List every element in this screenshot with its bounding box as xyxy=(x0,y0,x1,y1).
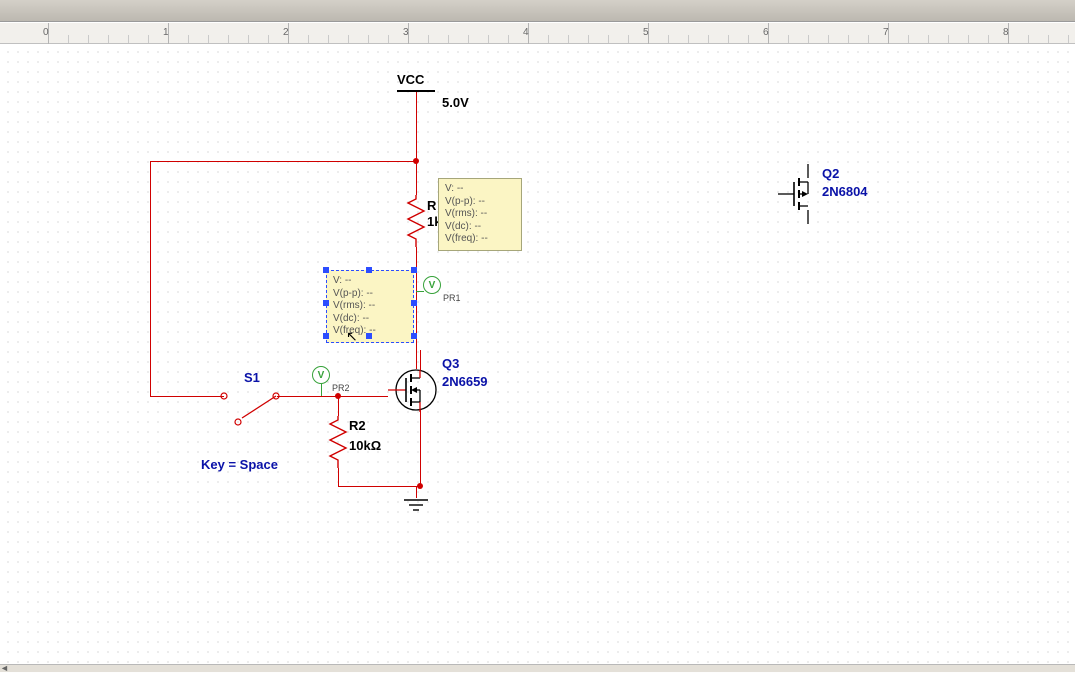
tt2-line-v: V: -- xyxy=(333,275,407,288)
ground-icon xyxy=(402,498,430,514)
tt1-line-vdc: V(dc): -- xyxy=(445,221,515,234)
schematic-canvas[interactable]: VCC 5.0V R 1k V: -- V(p-p): -- V(rms): -… xyxy=(0,44,1075,664)
q2-part: 2N6804 xyxy=(822,184,868,199)
wire-left-down xyxy=(150,161,151,396)
junction-bottom xyxy=(417,483,423,489)
probe-pr1-lead xyxy=(416,291,424,292)
tt2-line-vpp: V(p-p): -- xyxy=(333,288,407,301)
horizontal-ruler: 0 1 2 3 4 5 6 7 8 xyxy=(0,22,1075,44)
wire-gate-down xyxy=(338,396,339,416)
ruler-tick-label: 4 xyxy=(523,27,529,38)
selection-handle[interactable] xyxy=(323,267,329,273)
ruler-tick-label: 0 xyxy=(43,27,49,38)
wire-left-to-switch xyxy=(150,396,224,397)
pr1-label: PR1 xyxy=(443,293,461,303)
ruler-tick-label: 1 xyxy=(163,27,169,38)
selection-handle[interactable] xyxy=(366,333,372,339)
cursor-arrow-icon: ↖ xyxy=(346,328,358,345)
wire-top-left xyxy=(150,161,416,162)
probe-pr2-lead xyxy=(321,384,322,396)
tt1-line-vfreq: V(freq): -- xyxy=(445,233,515,246)
wire-to-gnd xyxy=(416,486,417,498)
q3-name: Q3 xyxy=(442,356,459,371)
ruler-tick-label: 8 xyxy=(1003,27,1009,38)
tt2-line-vrms: V(rms): -- xyxy=(333,300,407,313)
selection-handle[interactable] xyxy=(411,333,417,339)
ruler-tick-label: 6 xyxy=(763,27,769,38)
selection-handle[interactable] xyxy=(323,333,329,339)
q3-part: 2N6659 xyxy=(442,374,488,389)
probe-tooltip-pr1: V: -- V(p-p): -- V(rms): -- V(dc): -- V(… xyxy=(438,178,522,251)
probe-tooltip-pr2-selected[interactable]: V: -- V(p-p): -- V(rms): -- V(dc): -- V(… xyxy=(326,270,414,343)
voltage-probe-pr1[interactable]: V xyxy=(423,276,441,294)
tt1-line-vpp: V(p-p): -- xyxy=(445,196,515,209)
ruler-tick-label: 5 xyxy=(643,27,649,38)
wire-r1-bottom xyxy=(416,247,417,369)
wire-q3-source xyxy=(420,410,421,486)
selection-handle[interactable] xyxy=(411,300,417,306)
r2-name: R2 xyxy=(349,418,366,433)
resistor-r1[interactable] xyxy=(408,195,424,247)
wire-r2-down xyxy=(338,468,339,486)
switch-s1[interactable] xyxy=(214,376,294,436)
pr2-label: PR2 xyxy=(332,383,350,393)
tt1-line-v: V: -- xyxy=(445,183,515,196)
ruler-tick-label: 3 xyxy=(403,27,409,38)
window-frame-top xyxy=(0,0,1075,22)
vcc-value: 5.0V xyxy=(442,95,469,110)
r2-value: 10kΩ xyxy=(349,438,381,453)
tt1-line-vrms: V(rms): -- xyxy=(445,208,515,221)
s1-name: S1 xyxy=(244,370,260,385)
voltage-probe-pr2[interactable]: V xyxy=(312,366,330,384)
wire-r1-top xyxy=(416,161,417,195)
selection-handle[interactable] xyxy=(323,300,329,306)
r1-name: R xyxy=(427,198,436,213)
tt2-line-vdc: V(dc): -- xyxy=(333,313,407,326)
s1-key: Key = Space xyxy=(201,457,278,472)
wire-q3-drain xyxy=(420,350,421,370)
ruler-tick-label: 2 xyxy=(283,27,289,38)
wire-vcc-down xyxy=(416,92,417,161)
q2-name: Q2 xyxy=(822,166,839,181)
vcc-label: VCC xyxy=(397,72,424,87)
resistor-r2[interactable] xyxy=(330,416,346,468)
ruler-tick-label: 7 xyxy=(883,27,889,38)
wire-bottom xyxy=(338,486,421,487)
selection-handle[interactable] xyxy=(366,267,372,273)
status-bar: ◄ xyxy=(0,664,1075,672)
selection-handle[interactable] xyxy=(411,267,417,273)
